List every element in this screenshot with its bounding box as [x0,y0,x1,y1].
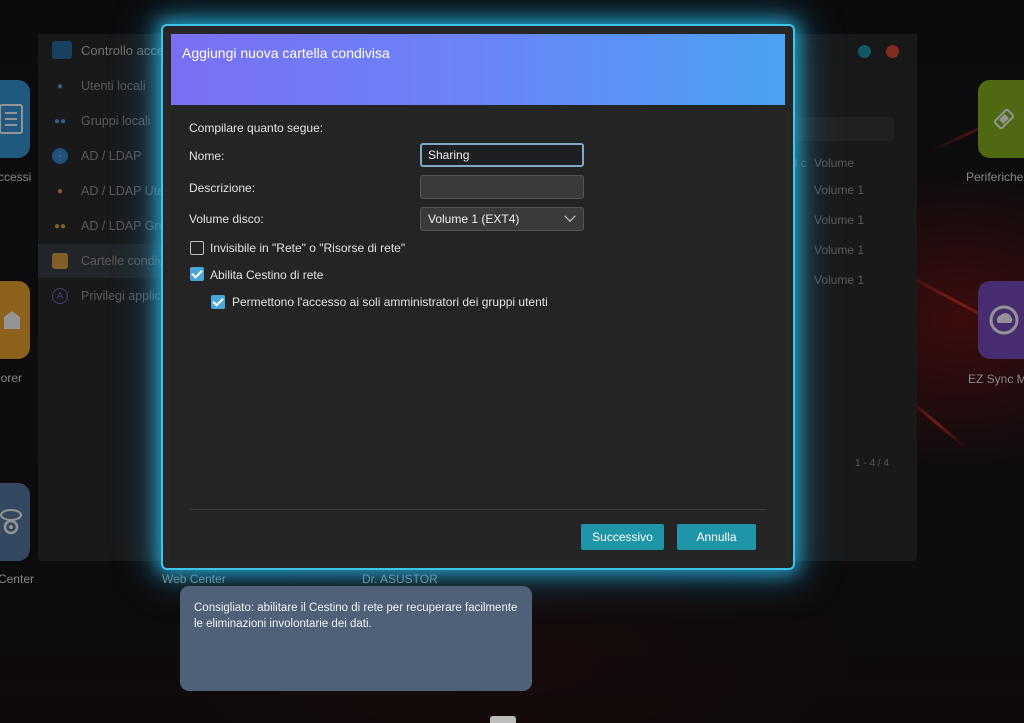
recycle-bin-checkbox[interactable] [190,267,204,281]
admin-only-checkbox[interactable] [211,295,225,309]
invisible-checkbox[interactable] [190,241,204,255]
dock-handle[interactable] [490,716,516,723]
add-shared-folder-dialog: Aggiungi nuova cartella condivisa Compil… [161,24,795,570]
recycle-bin-checkbox-label: Abilita Cestino di rete [210,268,324,282]
volume-label: Volume disco: [189,212,264,226]
name-label: Nome: [189,149,225,163]
description-input[interactable] [420,175,584,199]
volume-select-value: Volume 1 (EXT4) [428,212,520,226]
dialog-body: Aggiungi nuova cartella condivisa Compil… [171,34,785,560]
name-input[interactable] [420,143,584,167]
tooltip-text: Consigliato: abilitare il Cestino di ret… [194,602,518,630]
next-button[interactable]: Successivo [581,524,664,550]
volume-select[interactable]: Volume 1 (EXT4) [420,207,584,231]
cancel-button[interactable]: Annulla [677,524,756,550]
dialog-title: Aggiungi nuova cartella condivisa [182,45,390,61]
chevron-down-icon [564,210,576,222]
invisible-checkbox-label: Invisibile in "Rete" o "Risorse di rete" [210,241,406,255]
dialog-header: Aggiungi nuova cartella condivisa [171,34,785,105]
admin-only-checkbox-label: Permettono l'accesso ai soli amministrat… [232,295,548,309]
recycle-bin-tooltip: Consigliato: abilitare il Cestino di ret… [180,586,532,691]
form-intro: Compilare quanto segue: [189,121,324,135]
footer-divider [189,509,767,510]
description-label: Descrizione: [189,181,256,195]
